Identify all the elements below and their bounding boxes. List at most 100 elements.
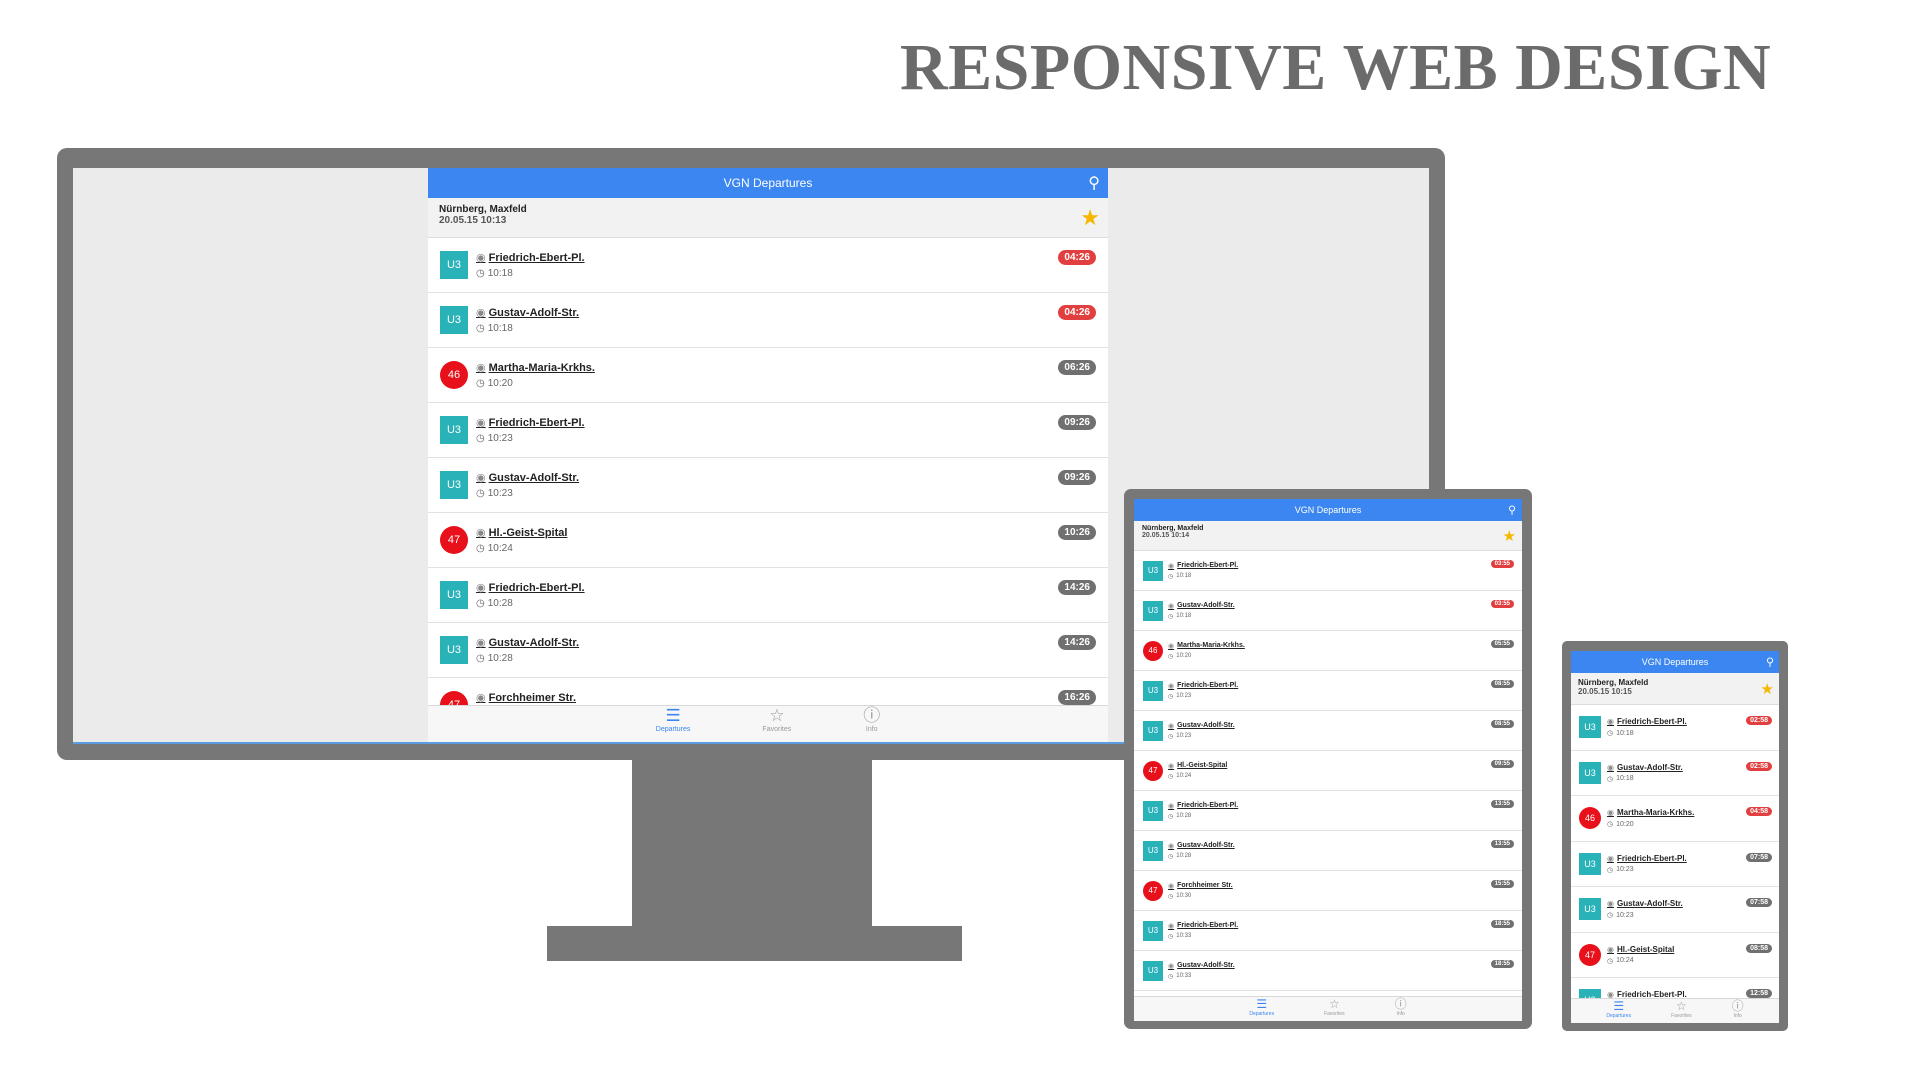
departure-row[interactable]: 47 ◉ Forchheimer Str. ◷ 10:30 15:55 xyxy=(1134,871,1522,911)
departure-row[interactable]: U3 ◉ Gustav-Adolf-Str. ◷ 10:23 09:26 xyxy=(428,458,1108,513)
departure-time: ◷ 10:18 xyxy=(1607,775,1779,783)
departure-time: ◷ 10:23 xyxy=(476,488,1108,499)
tab-departures[interactable]: ☰ Departures xyxy=(656,706,691,742)
time-label: 10:23 xyxy=(487,488,513,499)
time-label: 10:23 xyxy=(1176,733,1192,739)
tab-label: Departures xyxy=(655,726,691,733)
destination-link[interactable]: ◉ Friedrich-Ebert-Pl. xyxy=(476,416,1108,430)
app-title: VGN Departures xyxy=(1641,657,1709,667)
departure-row[interactable]: 47 ◉ Hl.-Geist-Spital ◷ 10:24 10:26 xyxy=(428,513,1108,568)
departure-info: ◉ Hl.-Geist-Spital ◷ 10:24 xyxy=(476,526,1108,555)
destination-link[interactable]: ◉ Forchheimer Str. xyxy=(1168,882,1522,890)
departure-row[interactable]: U3 ◉ Friedrich-Ebert-Pl. ◷ 10:23 08:55 xyxy=(1134,671,1522,711)
direction-dot-icon: ◉ xyxy=(1168,882,1175,890)
tab-info[interactable]: ⓘ Info xyxy=(1395,997,1407,1021)
departure-row[interactable]: 46 ◉ Martha-Maria-Krkhs. ◷ 10:20 04:58 xyxy=(1571,796,1779,842)
destination-link[interactable]: ◉ Gustav-Adolf-Str. xyxy=(1168,602,1522,610)
departure-info: ◉ Hl.-Geist-Spital ◷ 10:24 xyxy=(1168,762,1522,780)
destination-label: Martha-Maria-Krkhs. xyxy=(1177,642,1245,649)
tab-info[interactable]: ⓘ Info xyxy=(863,706,880,742)
destination-link[interactable]: ◉ Gustav-Adolf-Str. xyxy=(1168,842,1522,850)
direction-dot-icon: ◉ xyxy=(476,417,486,429)
destination-link[interactable]: ◉ Hl.-Geist-Spital xyxy=(1168,762,1522,770)
destination-link[interactable]: ◉ Friedrich-Ebert-Pl. xyxy=(476,581,1108,595)
destination-link[interactable]: ◉ Forchheimer Str. xyxy=(476,691,1108,705)
departure-row[interactable]: U3 ◉ Gustav-Adolf-Str. ◷ 10:18 04:26 xyxy=(428,293,1108,348)
departure-row[interactable]: 47 ◉ Hl.-Geist-Spital ◷ 10:24 08:58 xyxy=(1571,933,1779,978)
departure-info: ◉ Gustav-Adolf-Str. ◷ 10:23 xyxy=(1168,722,1522,740)
line-badge: U3 xyxy=(1143,600,1163,621)
departure-row[interactable]: 46 ◉ Martha-Maria-Krkhs. ◷ 10:20 05:55 xyxy=(1134,631,1522,671)
time-label: 10:24 xyxy=(487,543,513,554)
destination-link[interactable]: ◉ Friedrich-Ebert-Pl. xyxy=(1168,922,1522,930)
departure-time: ◷ 10:20 xyxy=(476,378,1108,389)
departure-row[interactable]: U3 ◉ Gustav-Adolf-Str. ◷ 10:28 14:26 xyxy=(428,623,1108,678)
countdown-badge: 08:55 xyxy=(1490,720,1514,728)
time-label: 10:23 xyxy=(1616,866,1634,874)
destination-link[interactable]: ◉ Martha-Maria-Krkhs. xyxy=(1168,642,1522,650)
departure-row[interactable]: U3 ◉ Friedrich-Ebert-Pl. ◷ 10:33 18:55 xyxy=(1134,911,1522,951)
departure-row[interactable]: U3◉Friedrich-Ebert-Pl.◷12:58 xyxy=(1571,978,1779,998)
search-icon[interactable]: ⚲ xyxy=(1088,173,1100,193)
countdown-badge: 05:55 xyxy=(1490,640,1514,648)
tab-departures[interactable]: ☰ Departures xyxy=(1249,997,1274,1021)
destination-link[interactable]: ◉ Friedrich-Ebert-Pl. xyxy=(1168,802,1522,810)
tab-favorites[interactable]: ☆ Favorites xyxy=(1671,999,1692,1023)
departure-row[interactable]: U3 ◉ Friedrich-Ebert-Pl. ◷ 10:28 13:55 xyxy=(1134,791,1522,831)
departure-row[interactable]: 47◉Hl.-Geist-Spital◷19:55 xyxy=(1134,991,1522,996)
line-badge: U3 xyxy=(1143,800,1163,821)
departure-row[interactable]: U3 ◉ Friedrich-Ebert-Pl. ◷ 10:18 02:58 xyxy=(1571,705,1779,751)
tab-favorites[interactable]: ☆ Favorites xyxy=(1324,997,1345,1021)
app-title: VGN Departures xyxy=(1294,505,1362,515)
departure-row[interactable]: 47 ◉Forchheimer Str.◷10:3016:26 xyxy=(428,678,1108,705)
star-icon[interactable]: ★ xyxy=(1761,680,1774,698)
departure-row[interactable]: U3 ◉ Gustav-Adolf-Str. ◷ 10:28 13:55 xyxy=(1134,831,1522,871)
countdown-badge: 03:55 xyxy=(1490,560,1514,568)
tab-bar: ☰ Departures ☆ Favorites ⓘ Info xyxy=(1134,996,1522,1021)
countdown-badge: 09:26 xyxy=(1058,470,1096,485)
departure-row[interactable]: U3 ◉ Gustav-Adolf-Str. ◷ 10:18 03:55 xyxy=(1134,591,1522,631)
destination-link[interactable]: ◉ Gustav-Adolf-Str. xyxy=(476,471,1108,485)
departure-row[interactable]: U3 ◉ Friedrich-Ebert-Pl. ◷ 10:28 14:26 xyxy=(428,568,1108,623)
tab-label: Info xyxy=(865,726,878,733)
info-icon: ⓘ xyxy=(863,706,881,725)
navbar: VGN Departures ⚲ xyxy=(1571,651,1779,673)
star-icon[interactable]: ★ xyxy=(1080,205,1100,231)
direction-dot-icon: ◉ xyxy=(1168,722,1175,730)
clock-icon: ◷ xyxy=(1168,573,1174,580)
destination-link[interactable]: ◉ Gustav-Adolf-Str. xyxy=(476,636,1108,650)
clock-icon: ◷ xyxy=(476,268,485,279)
destination-link[interactable]: ◉ Friedrich-Ebert-Pl. xyxy=(1168,562,1522,570)
destination-link[interactable]: ◉ Gustav-Adolf-Str. xyxy=(476,306,1108,320)
tab-info[interactable]: ⓘ Info xyxy=(1732,999,1744,1023)
departure-row[interactable]: U3 ◉ Friedrich-Ebert-Pl. ◷ 10:18 03:55 xyxy=(1134,551,1522,591)
departure-row[interactable]: U3 ◉ Gustav-Adolf-Str. ◷ 10:23 08:55 xyxy=(1134,711,1522,751)
departure-row[interactable]: U3 ◉ Friedrich-Ebert-Pl. ◷ 10:23 09:26 xyxy=(428,403,1108,458)
departure-row[interactable]: 47 ◉ Hl.-Geist-Spital ◷ 10:24 09:55 xyxy=(1134,751,1522,791)
departure-info: ◉ Friedrich-Ebert-Pl. ◷ 10:28 xyxy=(476,581,1108,610)
line-badge: 47 xyxy=(440,526,468,554)
search-icon[interactable]: ⚲ xyxy=(1508,504,1516,517)
countdown-badge: 04:58 xyxy=(1746,807,1772,816)
countdown-badge: 03:55 xyxy=(1490,600,1514,608)
destination-link[interactable]: ◉ Gustav-Adolf-Str. xyxy=(1168,962,1522,970)
tab-favorites[interactable]: ☆ Favorites xyxy=(762,706,791,742)
destination-link[interactable]: ◉ Friedrich-Ebert-Pl. xyxy=(1168,682,1522,690)
tab-departures[interactable]: ☰ Departures xyxy=(1606,999,1631,1023)
destination-link[interactable]: ◉ Hl.-Geist-Spital xyxy=(476,526,1108,540)
departure-row[interactable]: U3 ◉ Gustav-Adolf-Str. ◷ 10:18 02:58 xyxy=(1571,751,1779,796)
departure-row[interactable]: U3 ◉ Friedrich-Ebert-Pl. ◷ 10:18 04:26 xyxy=(428,238,1108,293)
star-icon[interactable]: ★ xyxy=(1503,527,1516,545)
departure-row[interactable]: U3 ◉ Gustav-Adolf-Str. ◷ 10:33 18:55 xyxy=(1134,951,1522,991)
destination-link[interactable]: ◉ Martha-Maria-Krkhs. xyxy=(476,361,1108,375)
destination-link[interactable]: ◉ Friedrich-Ebert-Pl. xyxy=(476,251,1108,265)
clock-icon: ◷ xyxy=(1607,775,1614,783)
countdown-badge: 08:55 xyxy=(1490,680,1514,688)
search-icon[interactable]: ⚲ xyxy=(1766,656,1774,669)
destination-label: Friedrich-Ebert-Pl. xyxy=(1177,922,1239,929)
departure-row[interactable]: U3 ◉ Friedrich-Ebert-Pl. ◷ 10:23 07:58 xyxy=(1571,842,1779,887)
departure-info: ◉Forchheimer Str.◷10:30 xyxy=(1168,882,1522,900)
departure-row[interactable]: U3 ◉ Gustav-Adolf-Str. ◷ 10:23 07:58 xyxy=(1571,887,1779,933)
destination-link[interactable]: ◉ Gustav-Adolf-Str. xyxy=(1168,722,1522,730)
departure-row[interactable]: 46 ◉ Martha-Maria-Krkhs. ◷ 10:20 06:26 xyxy=(428,348,1108,403)
